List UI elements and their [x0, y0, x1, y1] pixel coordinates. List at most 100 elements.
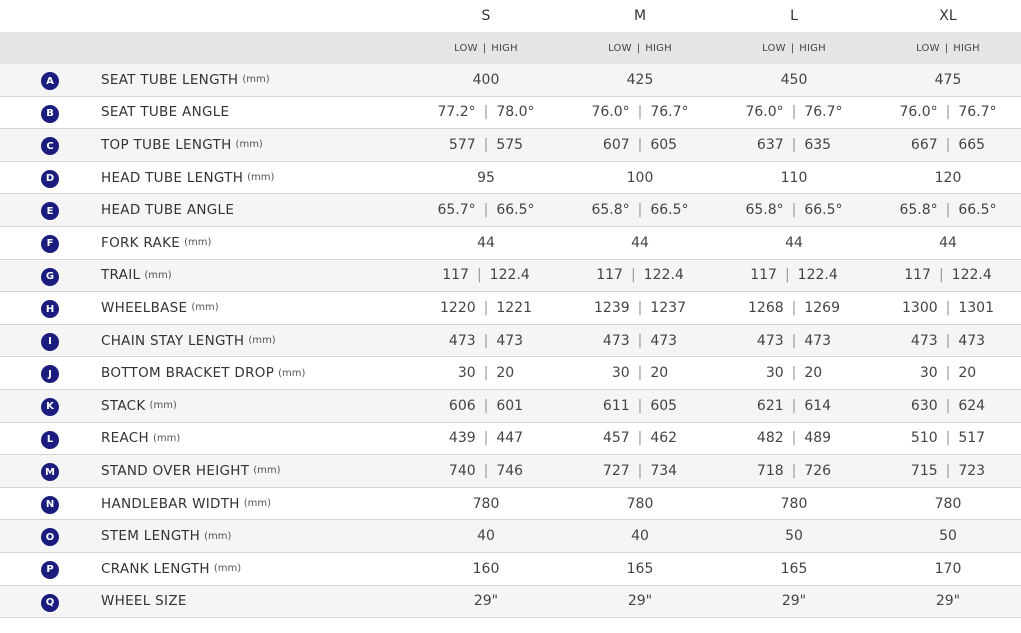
single-value: 170	[934, 560, 962, 577]
value-cell: 44	[563, 227, 717, 259]
dimension-letter-badge: O	[41, 528, 59, 547]
value-cell: 76.0° | 76.7°	[871, 97, 1021, 129]
single-value: 95	[477, 169, 495, 186]
high-value: 122.4	[797, 267, 838, 284]
dimension-letter-badge: K	[41, 397, 59, 416]
value-cell: 621 | 614	[717, 390, 871, 422]
divider: |	[784, 267, 790, 284]
low-value: 473	[448, 332, 476, 349]
size-column-header: M	[563, 0, 717, 32]
divider: |	[482, 42, 487, 54]
low-value: 727	[602, 462, 630, 479]
low-label: LOW	[608, 42, 632, 54]
dimension-label: WHEEL SIZE	[101, 586, 187, 618]
divider: |	[791, 462, 797, 479]
divider: |	[483, 462, 489, 479]
table-row: D HEAD TUBE LENGTH (mm) 95 100 110 120	[0, 161, 1021, 195]
table-row: H WHEELBASE (mm) 1220 | 1221 1239 | 1237 1268 | 126…	[0, 292, 1021, 325]
high-value: 66.5°	[496, 202, 535, 219]
value-cell: 439 | 447	[409, 423, 563, 455]
table-row: C TOP TUBE LENGTH (mm) 577 | 575 607 | 605 637 | 63…	[0, 129, 1021, 162]
divider: |	[476, 267, 482, 284]
single-value: 40	[631, 528, 649, 545]
high-value: 624	[958, 397, 986, 414]
low-value: 718	[756, 462, 784, 479]
dimension-letter-badge: E	[41, 202, 59, 221]
dimension-letter-badge: N	[41, 495, 59, 514]
dimension-label: REACH (mm)	[101, 423, 180, 455]
high-value: 489	[804, 430, 832, 447]
low-value: 77.2°	[437, 104, 476, 121]
dimension-name: SEAT TUBE ANGLE	[101, 104, 230, 121]
high-value: 66.5°	[804, 202, 843, 219]
dimension-label: BOTTOM BRACKET DROP (mm)	[101, 357, 305, 389]
table-row: B SEAT TUBE ANGLE 77.2° | 78.0° 76.0° | 76.7° 76…	[0, 96, 1021, 130]
high-value: 1269	[804, 299, 840, 316]
low-value: 30	[765, 365, 784, 382]
dimension-name: SEAT TUBE LENGTH	[101, 71, 239, 88]
low-value: 637	[756, 136, 784, 153]
divider: |	[790, 42, 795, 54]
divider: |	[483, 397, 489, 414]
high-value: 614	[804, 397, 832, 414]
single-value: 29"	[627, 593, 653, 610]
dimension-letter-badge: G	[41, 267, 59, 286]
low-value: 117	[904, 267, 931, 284]
low-value: 510	[910, 430, 938, 447]
low-value: 715	[910, 462, 938, 479]
divider: |	[791, 202, 797, 219]
value-cell: 40	[563, 520, 717, 552]
single-value: 110	[780, 169, 808, 186]
dimension-unit: (mm)	[213, 563, 242, 575]
value-cell: 117 | 122.4	[409, 260, 563, 292]
dimension-name: BOTTOM BRACKET DROP	[101, 365, 275, 382]
low-value: 473	[602, 332, 630, 349]
dimension-name: FORK RAKE	[101, 234, 181, 251]
value-cell: 1268 | 1269	[717, 292, 871, 324]
low-high-labels: LOW | HIGH	[608, 43, 672, 54]
high-value: 20	[650, 365, 669, 382]
table-row: I CHAIN STAY LENGTH (mm) 473 | 473 473 | 473 473 |…	[0, 324, 1021, 358]
dimension-label: CRANK LENGTH (mm)	[101, 553, 241, 585]
single-value: 29"	[935, 593, 961, 610]
dimension-letter-badge: Q	[41, 593, 59, 612]
low-value: 1300	[902, 299, 938, 316]
dimension-unit: (mm)	[235, 139, 263, 151]
value-cell: 630 | 624	[871, 390, 1021, 422]
low-label: LOW	[916, 42, 940, 54]
value-cell: 117 | 122.4	[563, 260, 717, 292]
low-value: 1220	[440, 299, 476, 316]
high-value: 76.7°	[804, 104, 843, 121]
divider: |	[636, 42, 641, 54]
high-label: HIGH	[645, 42, 672, 54]
value-cell: 510 | 517	[871, 423, 1021, 455]
high-value: 122.4	[951, 267, 992, 284]
divider: |	[483, 136, 489, 153]
single-value: 475	[934, 71, 962, 88]
value-cell: 667 | 665	[871, 129, 1021, 161]
single-value: 780	[780, 495, 808, 512]
dimension-unit: (mm)	[243, 498, 272, 510]
single-value: 50	[785, 528, 803, 545]
low-value: 65.7°	[437, 202, 476, 219]
dimension-name: HEAD TUBE ANGLE	[101, 202, 235, 219]
low-value: 621	[756, 397, 784, 414]
dimension-name: STEM LENGTH	[101, 528, 201, 545]
value-cell: 473 | 473	[717, 325, 871, 357]
high-value: 76.7°	[958, 104, 997, 121]
single-value: 120	[934, 169, 962, 186]
high-value: 605	[650, 136, 678, 153]
single-value: 50	[939, 528, 957, 545]
value-cell: 65.8° | 66.5°	[563, 194, 717, 226]
high-value: 66.5°	[958, 202, 997, 219]
low-value: 611	[602, 397, 630, 414]
dimension-name: TRAIL	[101, 267, 141, 284]
table-row: G TRAIL (mm) 117 | 122.4 117 | 122.4 117 | 122.4 117…	[0, 259, 1021, 293]
value-cell: 30 | 20	[871, 357, 1021, 389]
divider: |	[483, 104, 489, 121]
table-row: Q WHEEL SIZE 29" 29" 29" 29"	[0, 585, 1021, 619]
low-label: LOW	[762, 42, 786, 54]
value-cell: 44	[717, 227, 871, 259]
dimension-label: WHEELBASE (mm)	[101, 292, 219, 324]
high-value: 76.7°	[650, 104, 689, 121]
